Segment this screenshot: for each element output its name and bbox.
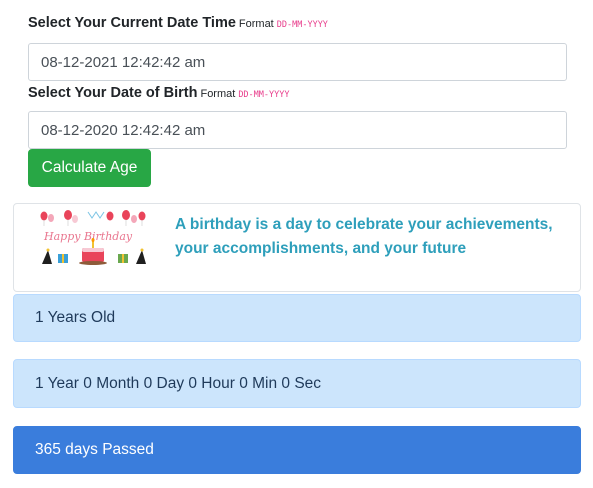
years-old-text: 1 Years Old	[35, 309, 116, 326]
birth-date-label-text: Select Your Date of Birth	[28, 85, 198, 101]
balloons	[40, 210, 146, 226]
birth-date-format-code: DD-MM-YYYY	[238, 90, 290, 100]
age-breakdown-result: 1 Year 0 Month 0 Day 0 Hour 0 Min 0 Sec	[13, 359, 581, 408]
birth-date-input[interactable]	[28, 111, 567, 149]
age-breakdown-text: 1 Year 0 Month 0 Day 0 Hour 0 Min 0 Sec	[35, 374, 322, 392]
calculate-age-button[interactable]: Calculate Age	[28, 149, 151, 187]
birthday-quote-card: Happy Birthday A birthday is a day to ce…	[13, 203, 581, 292]
happy-birthday-illustration-icon: Happy Birthday	[40, 210, 146, 265]
current-date-format-code: DD-MM-YYYY	[276, 20, 328, 30]
age-calculator-page: Select Your Current Date Time Format DD-MM…	[0, 0, 593, 488]
birth-date-format-word: Format	[200, 88, 236, 100]
current-date-format-word: Format	[238, 18, 274, 30]
current-date-label: Select Your Current Date Time Format DD-MM…	[28, 15, 328, 31]
happy-birthday-lettering: Happy Birthday	[43, 230, 133, 243]
years-old-result: 1 Years Old	[13, 294, 581, 342]
days-passed-text: 365 days Passed	[35, 441, 154, 458]
current-date-label-text: Select Your Current Date Time	[28, 15, 236, 31]
birthday-quote-text: A birthday is a day to celebrate your ac…	[175, 216, 553, 257]
days-passed-result: 365 days Passed	[13, 426, 581, 474]
current-date-input[interactable]	[28, 43, 567, 81]
birth-date-label: Select Your Date of Birth Format DD-MM-YYY…	[28, 85, 290, 101]
